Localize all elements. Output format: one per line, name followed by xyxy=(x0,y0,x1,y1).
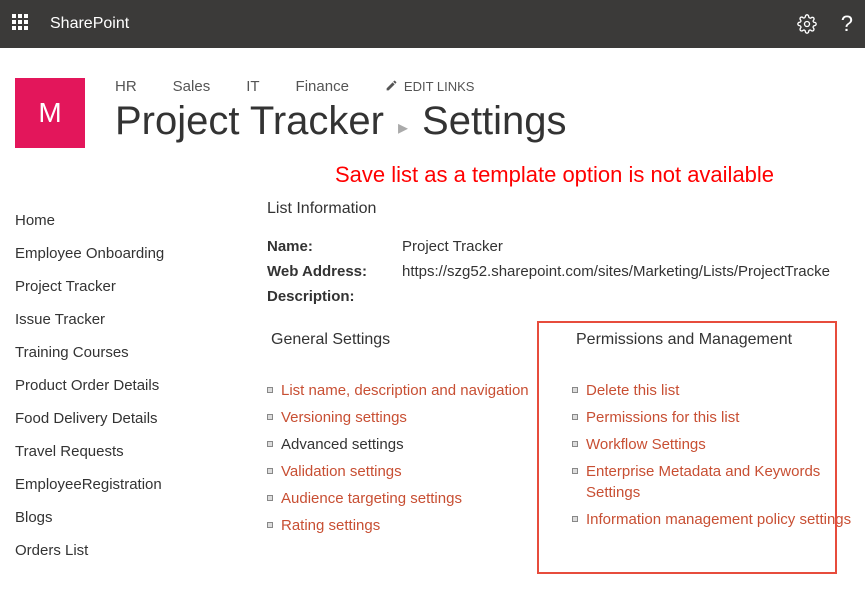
edit-links-button[interactable]: EDIT LINKS xyxy=(385,79,475,95)
bullet-icon xyxy=(267,441,273,447)
permissions-column: Permissions and Management Delete this l… xyxy=(572,329,857,539)
pencil-icon xyxy=(385,79,398,95)
settings-item: Advanced settings xyxy=(267,431,552,458)
quick-launch-nav: Home Employee Onboarding Project Tracker… xyxy=(15,200,245,567)
settings-item: Permissions for this list xyxy=(572,404,857,431)
bullet-icon xyxy=(267,522,273,528)
settings-link[interactable]: Delete this list xyxy=(586,380,679,401)
info-desc-value xyxy=(402,288,865,305)
nav-item[interactable]: Food Delivery Details xyxy=(15,402,245,435)
list-info-table: Name: Project Tracker Web Address: https… xyxy=(267,234,865,309)
settings-link[interactable]: Validation settings xyxy=(281,461,402,482)
settings-link[interactable]: Permissions for this list xyxy=(586,407,739,428)
help-icon[interactable]: ? xyxy=(841,11,853,37)
settings-link[interactable]: Versioning settings xyxy=(281,407,407,428)
page-header: M HR Sales IT Finance EDIT LINKS Project… xyxy=(0,48,865,158)
settings-link[interactable]: Workflow Settings xyxy=(586,434,706,455)
info-url-value: https://szg52.sharepoint.com/sites/Marke… xyxy=(402,263,865,280)
app-name: SharePoint xyxy=(50,15,129,33)
settings-item: Versioning settings xyxy=(267,404,552,431)
bullet-icon xyxy=(572,468,578,474)
nav-link[interactable]: HR xyxy=(115,78,137,95)
nav-item[interactable]: Issue Tracker xyxy=(15,303,245,336)
bullet-icon xyxy=(267,387,273,393)
nav-item[interactable]: Travel Requests xyxy=(15,435,245,468)
info-desc-label: Description: xyxy=(267,288,402,305)
settings-link[interactable]: Advanced settings xyxy=(281,434,404,455)
suite-bar: SharePoint ? xyxy=(0,0,865,48)
settings-link[interactable]: Enterprise Metadata and Keywords Setting… xyxy=(586,461,857,503)
nav-item[interactable]: Employee Onboarding xyxy=(15,237,245,270)
top-nav: HR Sales IT Finance EDIT LINKS xyxy=(115,78,865,95)
settings-item: Workflow Settings xyxy=(572,431,857,458)
bullet-icon xyxy=(572,387,578,393)
settings-content: List Information Name: Project Tracker W… xyxy=(267,200,865,567)
settings-link[interactable]: Rating settings xyxy=(281,515,380,536)
nav-item[interactable]: Orders List xyxy=(15,534,245,567)
page-title-site: Project Tracker xyxy=(115,99,384,144)
bullet-icon xyxy=(267,495,273,501)
bullet-icon xyxy=(267,468,273,474)
settings-link[interactable]: Information management policy settings xyxy=(586,509,851,530)
settings-item: List name, description and navigation xyxy=(267,377,552,404)
chevron-right-icon: ▸ xyxy=(398,115,408,140)
general-settings-heading: General Settings xyxy=(267,329,552,377)
nav-link[interactable]: Sales xyxy=(173,78,211,95)
annotation-text: Save list as a template option is not av… xyxy=(0,158,865,200)
settings-item: Validation settings xyxy=(267,458,552,485)
edit-links-label: EDIT LINKS xyxy=(404,79,475,94)
info-url-label: Web Address: xyxy=(267,263,402,280)
site-logo[interactable]: M xyxy=(15,78,85,148)
settings-item: Information management policy settings xyxy=(572,506,857,533)
settings-item: Enterprise Metadata and Keywords Setting… xyxy=(572,458,857,506)
bullet-icon xyxy=(572,414,578,420)
page-title: Project Tracker ▸ Settings xyxy=(115,99,865,144)
nav-link[interactable]: Finance xyxy=(296,78,349,95)
settings-link[interactable]: Audience targeting settings xyxy=(281,488,462,509)
settings-link[interactable]: List name, description and navigation xyxy=(281,380,529,401)
info-name-value: Project Tracker xyxy=(402,238,865,255)
gear-icon[interactable] xyxy=(797,14,817,34)
nav-item[interactable]: EmployeeRegistration xyxy=(15,468,245,501)
nav-link[interactable]: IT xyxy=(246,78,259,95)
nav-item[interactable]: Home xyxy=(15,204,245,237)
nav-item[interactable]: Product Order Details xyxy=(15,369,245,402)
nav-item[interactable]: Project Tracker xyxy=(15,270,245,303)
settings-item: Rating settings xyxy=(267,512,552,539)
nav-item[interactable]: Training Courses xyxy=(15,336,245,369)
permissions-heading: Permissions and Management xyxy=(572,329,857,377)
bullet-icon xyxy=(572,516,578,522)
general-settings-column: General Settings List name, description … xyxy=(267,329,552,539)
settings-item: Audience targeting settings xyxy=(267,485,552,512)
nav-item[interactable]: Blogs xyxy=(15,501,245,534)
bullet-icon xyxy=(267,414,273,420)
info-name-label: Name: xyxy=(267,238,402,255)
page-title-page: Settings xyxy=(422,99,567,144)
list-info-heading: List Information xyxy=(267,200,865,218)
settings-item: Delete this list xyxy=(572,377,857,404)
app-launcher-icon[interactable] xyxy=(12,14,32,34)
bullet-icon xyxy=(572,441,578,447)
